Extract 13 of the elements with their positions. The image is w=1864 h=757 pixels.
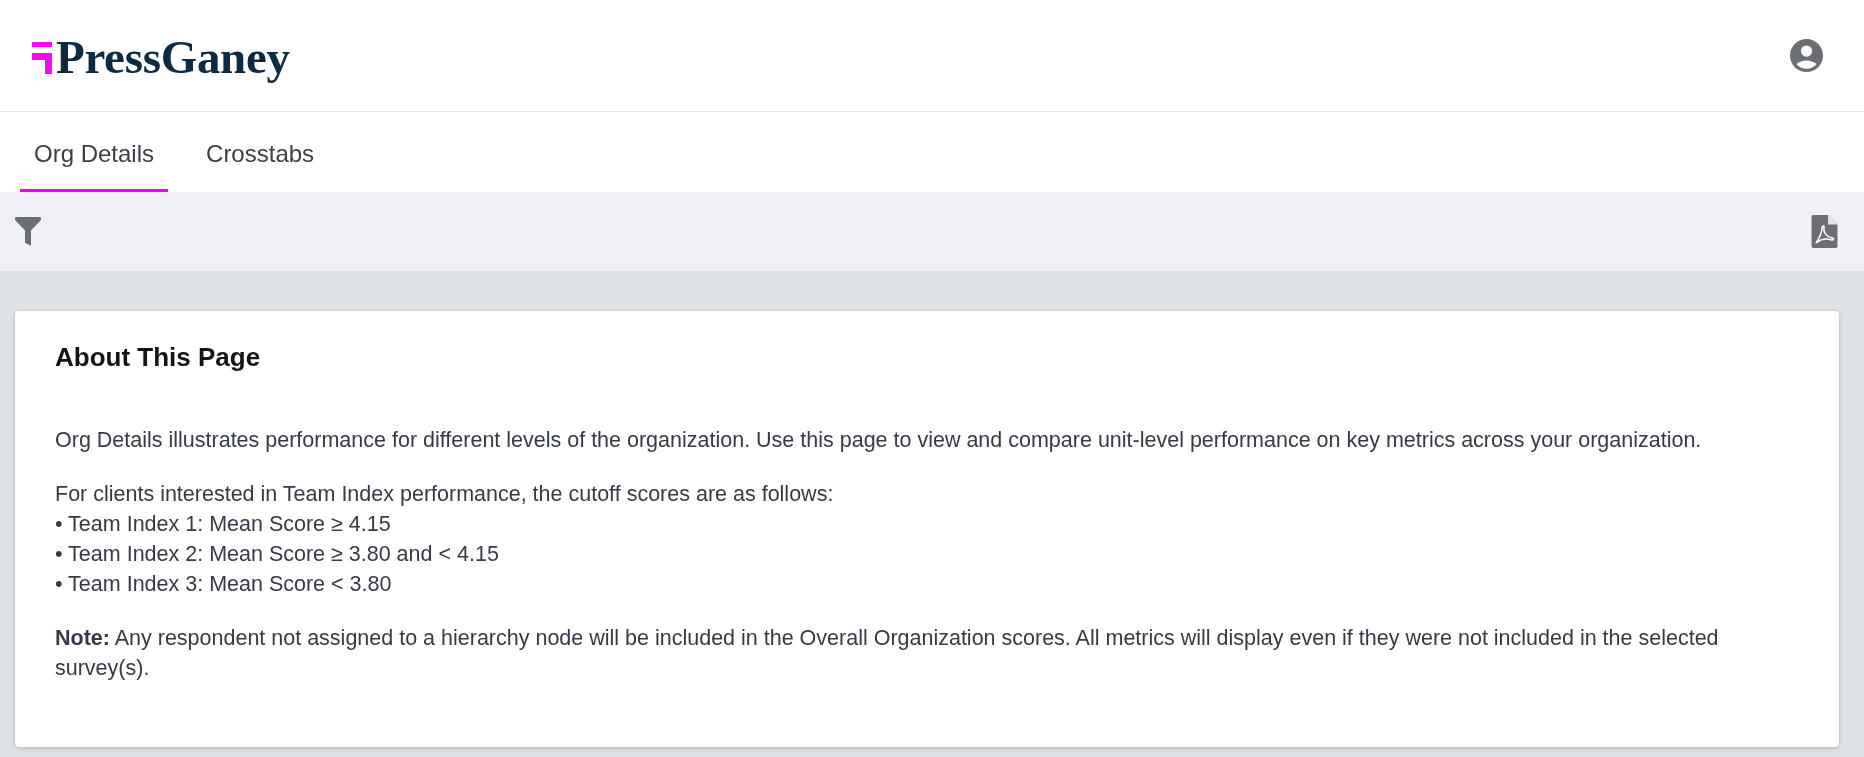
cutoff-bullet-item: • Team Index 1: Mean Score ≥ 4.15 xyxy=(55,511,392,538)
logo-mark-icon xyxy=(32,41,52,74)
filter-icon[interactable] xyxy=(15,217,41,246)
cutoff-intro-text: For clients interested in Team Index performance, the cutoff scores are as follows: xyxy=(55,481,835,508)
tab[interactable]: Crosstabs xyxy=(192,112,329,192)
card-title: About This Page xyxy=(55,341,262,373)
cutoff-bullet-item: • Team Index 2: Mean Score ≥ 3.80 and < 4.15 xyxy=(55,541,500,568)
intro-paragraph: Org Details illustrates performance for different levels of the organization. Use this page to view and compare unit-level performance on key metrics across your organization. xyxy=(55,427,1703,454)
logo-wordmark: PressGaney xyxy=(56,29,290,84)
note-paragraph: Note: Any respondent not assigned to a hierarchy node will be included in the Overall Organization scores. All metrics will display even if they were not included in the selected survey(s). xyxy=(55,625,1720,682)
pdf-file-icon[interactable] xyxy=(1811,215,1838,248)
account-icon[interactable] xyxy=(1790,39,1823,72)
cutoff-bullet-item: • Team Index 3: Mean Score < 3.80 xyxy=(55,571,393,598)
